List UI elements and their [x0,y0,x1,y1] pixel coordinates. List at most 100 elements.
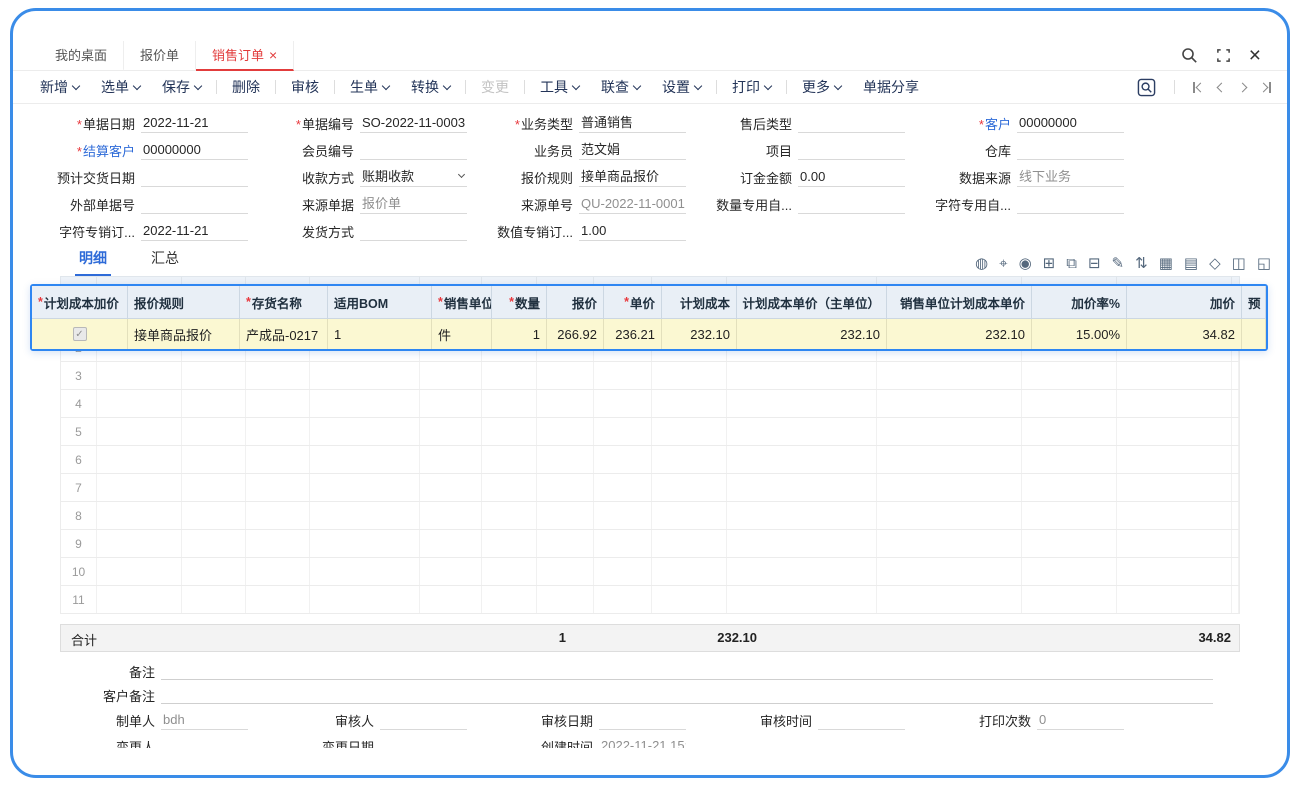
save-button[interactable]: 保存 [151,77,212,97]
more-button[interactable]: 更多 [791,77,852,97]
generate-doc-button[interactable]: 生单 [339,77,400,97]
next-record-icon[interactable] [1239,84,1246,91]
pick-list-button[interactable]: 选单 [90,77,151,97]
external-doc-no-input[interactable] [141,195,248,214]
table-cell[interactable] [420,558,482,585]
num-sales-custom-input[interactable]: 1.00 [579,222,686,241]
column-settings-icon[interactable]: ▤ [1184,256,1198,271]
col-quote-rule[interactable]: 报价规则 [128,286,240,318]
table-cell[interactable] [727,362,877,389]
table-cell[interactable] [537,446,594,473]
search-icon[interactable] [1181,47,1198,64]
table-cell[interactable] [246,586,310,613]
table-cell[interactable] [594,390,652,417]
row-checkbox[interactable]: ✓ [73,327,87,341]
table-cell[interactable] [594,362,652,389]
table-cell[interactable] [727,446,877,473]
table-row[interactable]: 3 [61,362,1239,390]
table-cell[interactable] [482,446,537,473]
table-cell[interactable] [420,362,482,389]
table-cell[interactable] [482,418,537,445]
table-cell[interactable] [727,558,877,585]
table-cell[interactable] [1117,362,1232,389]
tab-summary[interactable]: 汇总 [147,248,183,276]
table-cell[interactable] [594,558,652,585]
table-cell[interactable] [482,586,537,613]
table-cell[interactable] [652,586,727,613]
char-custom-input[interactable] [1017,195,1124,214]
table-cell[interactable] [310,390,420,417]
table-cell[interactable] [877,530,1022,557]
settle-customer-input[interactable]: 00000000 [141,141,248,160]
table-cell[interactable] [727,502,877,529]
table-cell[interactable] [1117,502,1232,529]
table-cell[interactable] [1117,446,1232,473]
prev-record-icon[interactable] [1218,84,1225,91]
cell-qty[interactable]: 1 [492,319,547,349]
warehouse-input[interactable] [1017,141,1124,160]
table-cell[interactable] [1022,362,1117,389]
table-cell[interactable] [97,418,182,445]
table-cell[interactable] [1117,418,1232,445]
table-cell[interactable] [310,586,420,613]
table-cell[interactable] [1022,418,1117,445]
table-cell[interactable] [482,474,537,501]
table-cell[interactable] [310,418,420,445]
col-sales-unit[interactable]: *销售单位 [432,286,492,318]
close-icon[interactable]: × [1249,45,1261,66]
table-cell[interactable] [1117,586,1232,613]
batch-fill-icon[interactable]: ▦ [1159,256,1173,271]
cell-unit-price[interactable]: 236.21 [604,319,662,349]
table-cell[interactable] [246,390,310,417]
cell-item-name[interactable]: 产成品-0217 [240,319,328,349]
table-cell[interactable] [182,362,246,389]
cell-sales-unit[interactable]: 件 [432,319,492,349]
settings-button[interactable]: 设置 [651,77,712,97]
table-cell[interactable] [182,446,246,473]
table-cell[interactable] [246,418,310,445]
cell-next-clipped[interactable] [1242,319,1266,349]
customer-input[interactable]: 00000000 [1017,114,1124,133]
table-cell[interactable] [1117,558,1232,585]
table-cell[interactable] [537,586,594,613]
share-doc-button[interactable]: 单据分享 [852,77,930,97]
table-cell[interactable] [246,530,310,557]
table-cell[interactable] [1022,502,1117,529]
table-cell[interactable] [727,530,877,557]
window-tab-quotation[interactable]: 报价单 [124,41,196,71]
window-tab-sales-order[interactable]: 销售订单 × [196,41,294,71]
table-cell[interactable] [877,418,1022,445]
table-cell[interactable] [246,558,310,585]
member-no-input[interactable] [360,141,467,160]
cell-plan-cost-unit-price-sales[interactable]: 232.10 [887,319,1032,349]
biz-type-input[interactable]: 普通销售 [579,114,686,133]
table-cell[interactable] [97,390,182,417]
table-cell[interactable] [727,418,877,445]
edit-row-icon[interactable]: ✎ [1112,256,1125,271]
table-cell[interactable] [310,530,420,557]
table-cell[interactable] [310,446,420,473]
cell-quote-rule[interactable]: 接单商品报价 [128,319,240,349]
table-cell[interactable] [652,390,727,417]
table-cell[interactable] [537,474,594,501]
table-row[interactable]: 10 [61,558,1239,586]
table-cell[interactable] [877,390,1022,417]
table-cell[interactable] [1022,390,1117,417]
table-cell[interactable] [1117,474,1232,501]
table-cell[interactable] [97,474,182,501]
table-cell[interactable] [537,558,594,585]
expand-grid-icon[interactable]: ◱ [1257,256,1271,271]
table-cell[interactable] [310,362,420,389]
deposit-amount-input[interactable]: 0.00 [798,168,905,187]
table-cell[interactable] [594,474,652,501]
table-cell[interactable] [182,586,246,613]
col-qty[interactable]: *数量 [492,286,547,318]
table-cell[interactable] [482,558,537,585]
clear-rows-icon[interactable]: ◇ [1209,256,1221,271]
delivery-method-input[interactable] [360,222,467,241]
table-cell[interactable] [727,586,877,613]
table-cell[interactable] [246,502,310,529]
table-cell[interactable] [537,390,594,417]
table-cell[interactable] [420,586,482,613]
table-cell[interactable] [652,558,727,585]
